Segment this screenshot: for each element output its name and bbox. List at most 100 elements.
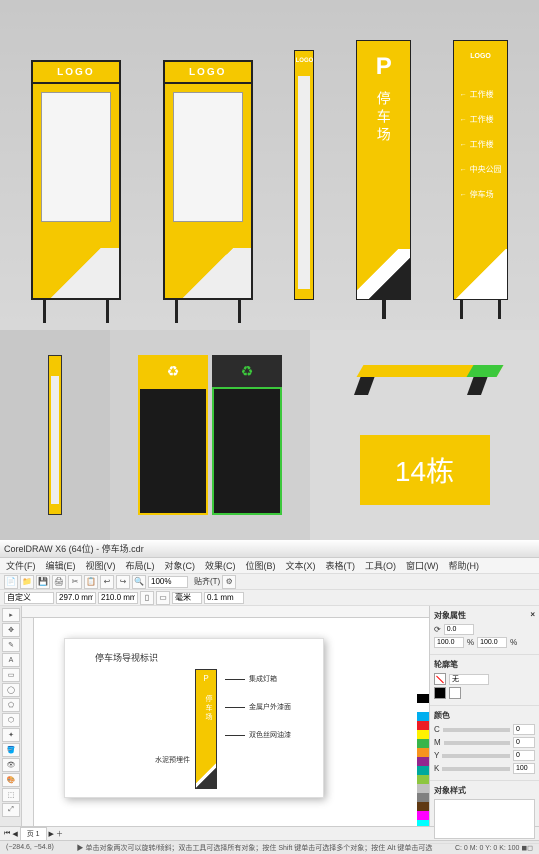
outline-width-input[interactable] bbox=[449, 674, 489, 685]
page-add-icon[interactable]: ＋ bbox=[56, 829, 63, 839]
page-nav-next-icon[interactable]: ▶ bbox=[49, 830, 54, 838]
palette-swatch[interactable] bbox=[417, 784, 429, 793]
star-tool-icon[interactable]: ✦ bbox=[2, 728, 20, 742]
nudge-input[interactable] bbox=[204, 592, 244, 604]
menu-file[interactable]: 文件(F) bbox=[6, 559, 36, 572]
polygon-tool-icon[interactable]: ⬠ bbox=[2, 698, 20, 712]
m-slider[interactable]: M bbox=[434, 737, 535, 748]
outline-tool-icon[interactable]: 🎨 bbox=[2, 773, 20, 787]
paper-preset[interactable] bbox=[4, 592, 54, 604]
palette-swatch[interactable] bbox=[417, 793, 429, 802]
redo-icon[interactable]: ↪ bbox=[116, 575, 130, 589]
menu-layout[interactable]: 布局(L) bbox=[126, 559, 155, 572]
diagonal-accent bbox=[357, 249, 410, 299]
no-outline-swatch[interactable] bbox=[434, 673, 446, 685]
interactive-tool-icon[interactable]: ⬚ bbox=[2, 788, 20, 802]
palette-swatch[interactable] bbox=[417, 730, 429, 739]
canvas-parking-sign[interactable]: P 停车场 bbox=[195, 669, 217, 789]
shape-tool-icon[interactable]: ✥ bbox=[2, 623, 20, 637]
paste-icon[interactable]: 📋 bbox=[84, 575, 98, 589]
bin-yellow: ♻ bbox=[138, 355, 208, 515]
panel-header[interactable]: 对象样式 bbox=[434, 785, 535, 796]
palette-swatch[interactable] bbox=[417, 775, 429, 784]
palette-swatch[interactable] bbox=[417, 694, 429, 703]
palette-swatch[interactable] bbox=[417, 802, 429, 811]
canvas-p-icon: P bbox=[196, 670, 216, 683]
ellipse-tool-icon[interactable]: ◯ bbox=[2, 683, 20, 697]
palette-swatch[interactable] bbox=[417, 766, 429, 775]
cut-icon[interactable]: ✂ bbox=[68, 575, 82, 589]
text-tool-icon[interactable]: A bbox=[2, 653, 20, 667]
callout-line: 双色丝网油漆 bbox=[225, 730, 291, 740]
palette-swatch[interactable] bbox=[417, 712, 429, 721]
menu-edit[interactable]: 编辑(E) bbox=[46, 559, 76, 572]
outline-swatch[interactable] bbox=[449, 687, 461, 699]
menu-help[interactable]: 帮助(H) bbox=[449, 559, 480, 572]
scaley-input[interactable] bbox=[477, 637, 507, 648]
crop-tool-icon[interactable]: ⤢ bbox=[2, 803, 20, 817]
y-slider[interactable]: Y bbox=[434, 750, 535, 761]
pick-tool-icon[interactable]: ▸ bbox=[2, 608, 20, 622]
canvas[interactable]: 停车场导视标识 P 停车场 集成灯箱 金属户外漆面 双色丝网油漆 水泥预埋件 bbox=[34, 618, 429, 826]
bin-top: ♻ bbox=[212, 355, 282, 387]
rotation-input[interactable] bbox=[444, 624, 474, 635]
palette-swatch[interactable] bbox=[417, 757, 429, 766]
dir-items: ←工作楼 ←工作楼 ←工作楼 ←中央公园 ←停车场 bbox=[460, 89, 502, 200]
menu-window[interactable]: 窗口(W) bbox=[406, 559, 439, 572]
page-nav-first-icon[interactable]: ⏮ bbox=[4, 830, 10, 838]
landscape-icon[interactable]: ▭ bbox=[156, 591, 170, 605]
zoom-icon[interactable]: 🔍 bbox=[132, 575, 146, 589]
menu-object[interactable]: 对象(C) bbox=[165, 559, 196, 572]
palette-swatch[interactable] bbox=[417, 703, 429, 712]
fill-tool-icon[interactable]: 🪣 bbox=[2, 743, 20, 757]
close-icon[interactable]: × bbox=[530, 610, 535, 621]
panel-header[interactable]: 轮廓笔 bbox=[434, 659, 535, 670]
c-slider[interactable]: C bbox=[434, 724, 535, 735]
menu-table[interactable]: 表格(T) bbox=[326, 559, 356, 572]
menu-effects[interactable]: 效果(C) bbox=[205, 559, 236, 572]
palette-swatch[interactable] bbox=[417, 739, 429, 748]
save-icon[interactable]: 💾 bbox=[36, 575, 50, 589]
portrait-icon[interactable]: ▯ bbox=[140, 591, 154, 605]
styles-list[interactable] bbox=[434, 799, 535, 839]
palette-swatch[interactable] bbox=[417, 811, 429, 820]
options-icon[interactable]: ⚙ bbox=[222, 575, 236, 589]
eyedropper-tool-icon[interactable]: 👁 bbox=[2, 758, 20, 772]
app-title: CorelDRAW X6 (64位) - 停车场.cdr bbox=[4, 542, 144, 555]
palette-swatch[interactable] bbox=[417, 820, 429, 826]
rectangle-tool-icon[interactable]: ▭ bbox=[2, 668, 20, 682]
fill-swatch[interactable] bbox=[434, 687, 446, 699]
freehand-tool-icon[interactable]: ✎ bbox=[2, 638, 20, 652]
basicshape-tool-icon[interactable]: ⬡ bbox=[2, 713, 20, 727]
menu-view[interactable]: 视图(V) bbox=[86, 559, 116, 572]
k-slider[interactable]: K bbox=[434, 763, 535, 774]
page-width-input[interactable] bbox=[56, 592, 96, 604]
snap-label[interactable]: 贴齐(T) bbox=[194, 576, 220, 587]
zoom-input[interactable] bbox=[148, 576, 188, 588]
new-icon[interactable]: 📄 bbox=[4, 575, 18, 589]
panel-header[interactable]: 对象属性× bbox=[434, 610, 535, 621]
print-icon[interactable]: 🖨 bbox=[52, 575, 66, 589]
undo-icon[interactable]: ↩ bbox=[100, 575, 114, 589]
baseline-callout: 水泥预埋件 bbox=[155, 755, 190, 765]
page-height-input[interactable] bbox=[98, 592, 138, 604]
page-tab[interactable]: 页 1 bbox=[20, 827, 47, 841]
bench-accent bbox=[466, 365, 503, 377]
menu-bitmap[interactable]: 位图(B) bbox=[246, 559, 276, 572]
pylon-strip bbox=[51, 376, 59, 504]
menu-text[interactable]: 文本(X) bbox=[286, 559, 316, 572]
palette-swatch[interactable] bbox=[417, 721, 429, 730]
artboard[interactable]: 停车场导视标识 P 停车场 集成灯箱 金属户外漆面 双色丝网油漆 水泥预埋件 bbox=[64, 638, 324, 798]
map-signboard-2: LOGO bbox=[163, 60, 253, 300]
units-input[interactable] bbox=[172, 592, 202, 604]
canvas-area[interactable]: 停车场导视标识 P 停车场 集成灯箱 金属户外漆面 双色丝网油漆 水泥预埋件 bbox=[22, 606, 429, 826]
arrow-icon: ← bbox=[460, 91, 467, 98]
page-nav-prev-icon[interactable]: ◀ bbox=[12, 830, 17, 838]
preview-row-2: ♻ ♻ 14栋 bbox=[0, 330, 539, 540]
panel-header[interactable]: 颜色 bbox=[434, 710, 535, 721]
palette-swatch[interactable] bbox=[417, 748, 429, 757]
titlebar: CorelDRAW X6 (64位) - 停车场.cdr bbox=[0, 540, 539, 558]
open-icon[interactable]: 📁 bbox=[20, 575, 34, 589]
menu-tools[interactable]: 工具(O) bbox=[365, 559, 396, 572]
scalex-input[interactable] bbox=[434, 637, 464, 648]
